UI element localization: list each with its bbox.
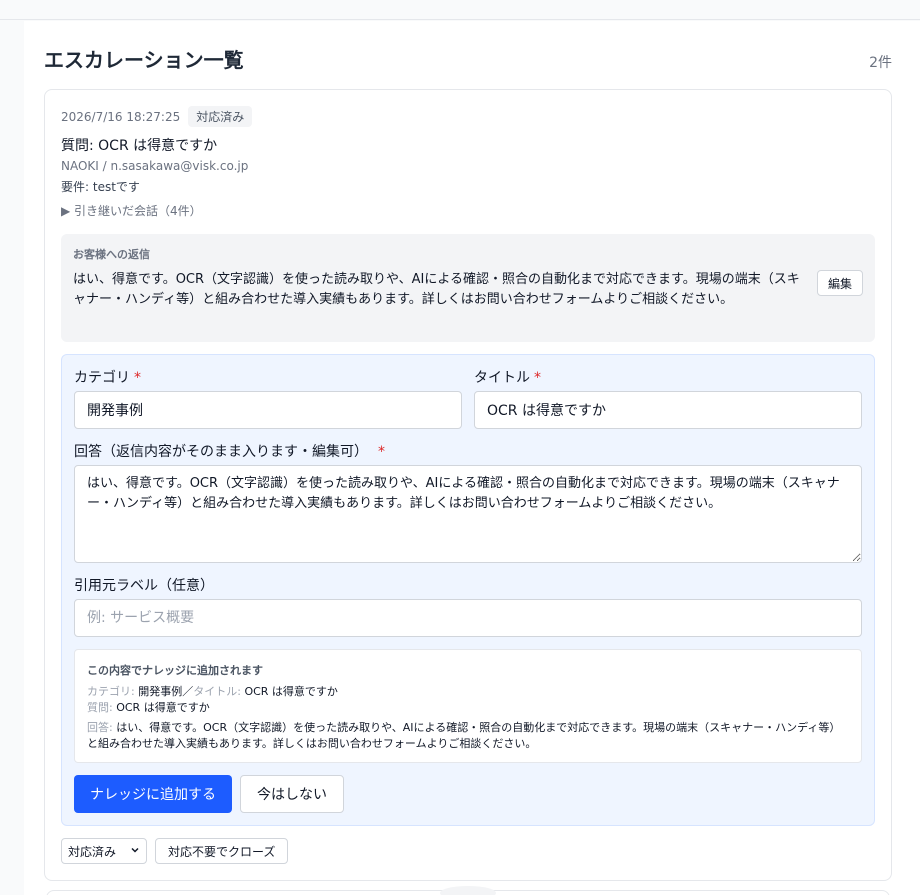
preview-title-value: OCR は得意ですか (244, 685, 338, 698)
preview-answer-line: 回答: はい、得意です。OCR（文字認識）を使った読み取りや、AIによる確認・照… (87, 720, 849, 752)
preview-separator: ／ (182, 685, 194, 698)
category-label: カテゴリ * (74, 370, 141, 386)
title-input[interactable] (474, 391, 862, 429)
scroll-indicator (440, 886, 496, 895)
skip-button[interactable]: 今はしない (240, 775, 344, 813)
preview-answer-key: 回答: (87, 721, 113, 734)
preview-category-key: カテゴリ: (87, 685, 135, 698)
source-input[interactable] (74, 599, 862, 637)
chevron-down-icon (130, 844, 140, 858)
customer-reply-box: お客様への返信 はい、得意です。OCR（文字認識）を使った読み取りや、AIによる… (61, 234, 875, 342)
required-mark: * (378, 444, 385, 460)
preview-title: この内容でナレッジに追加されます (87, 664, 263, 677)
escalation-card: 2026/7/16 18:27:25 対応済み 質問: OCR は得意ですか N… (44, 89, 892, 881)
knowledge-preview: この内容でナレッジに追加されます カテゴリ: 開発事例／タイトル: OCR は得… (74, 649, 862, 763)
edit-button[interactable]: 編集 (816, 270, 863, 296)
status-select[interactable]: 対応済み (61, 838, 147, 864)
status-badge: 対応済み (188, 106, 253, 127)
requirement-text: 要件: testです (61, 180, 140, 194)
title-label: タイトル * (474, 370, 541, 386)
required-mark: * (134, 370, 141, 386)
top-bar (0, 0, 920, 20)
preview-category-value: 開発事例 (138, 685, 183, 698)
reply-label: お客様への返信 (73, 248, 150, 261)
preview-question-key: 質問: (87, 701, 113, 714)
user-info: NAOKI / n.sasakawa@visk.co.jp (61, 159, 249, 173)
close-no-action-button[interactable]: 対応不要でクローズ (155, 838, 289, 864)
reply-text: はい、得意です。OCR（文字認識）を使った読み取りや、AIによる確認・照合の自動… (73, 272, 800, 307)
preview-title-key: タイトル: (193, 685, 241, 698)
category-input[interactable] (74, 391, 462, 429)
source-label: 引用元ラベル（任意） (74, 578, 214, 594)
page-title: エスカレーション一覧 (44, 48, 244, 72)
answer-label: 回答（返信内容がそのまま入ります・編集可） * (74, 444, 385, 460)
preview-question-line: 質問: OCR は得意ですか (87, 700, 849, 716)
preview-question-value: OCR は得意ですか (116, 701, 210, 714)
answer-textarea[interactable]: はい、得意です。OCR（文字認識）を使った読み取りや、AIによる確認・照合の自動… (74, 465, 862, 563)
required-mark: * (534, 370, 541, 386)
question-text: 質問: OCR は得意ですか (61, 138, 218, 154)
add-to-knowledge-button[interactable]: ナレッジに追加する (74, 775, 232, 813)
conversation-toggle[interactable]: ▶ 引き継いだ会話（4件） (61, 202, 202, 219)
meta-row: 2026/7/16 18:27:25 対応済み (61, 106, 253, 127)
knowledge-form: カテゴリ* タイトル* 回答（返信内容がそのまま入ります・編集可）* はい、得意… (61, 354, 875, 826)
item-count: 2件 (869, 55, 892, 71)
card-actions: 対応済み 対応不要でクローズ (61, 838, 289, 864)
preview-category-line: カテゴリ: 開発事例／タイトル: OCR は得意ですか (87, 684, 849, 700)
preview-answer-value: はい、得意です。OCR（文字認識）を使った読み取りや、AIによる確認・照合の自動… (87, 721, 841, 750)
timestamp: 2026/7/16 18:27:25 (61, 109, 181, 124)
status-select-value: 対応済み (68, 844, 117, 859)
